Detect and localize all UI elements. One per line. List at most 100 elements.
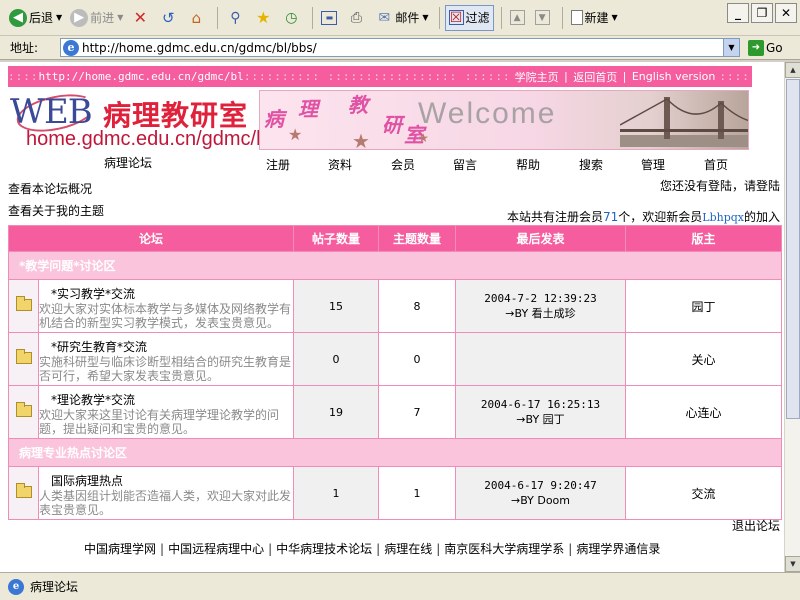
last-post-time[interactable]: 2004-7-2 12:39:23 xyxy=(456,291,625,306)
footer-link[interactable]: 中国远程病理中心 xyxy=(168,542,264,556)
chevron-down-icon[interactable]: ▼ xyxy=(117,13,123,22)
forum-status-cell xyxy=(8,332,39,386)
mail-icon: ✉ xyxy=(378,9,391,26)
last-post-cell: 2004-6-17 16:25:13 →BY 园丁 xyxy=(455,385,626,439)
scroll-down-button[interactable]: ▼ xyxy=(532,5,555,31)
go-button[interactable]: ➜ Go xyxy=(748,39,783,56)
footer-link[interactable]: 中国病理学网 xyxy=(84,542,156,556)
last-post-author[interactable]: →BY 看土成珍 xyxy=(456,306,625,321)
member-stats-suffix: 的加入 xyxy=(743,210,780,224)
search-button[interactable]: ⚲ xyxy=(223,5,249,31)
menu-guestbook[interactable]: 留言 xyxy=(453,156,477,173)
close-icon[interactable]: ✕ xyxy=(775,3,797,23)
forum-name-link[interactable]: *实习教学*交流 xyxy=(39,285,293,302)
menu-admin[interactable]: 管理 xyxy=(641,156,665,173)
nav-link-college[interactable]: 学院主页 xyxy=(515,69,559,85)
moderator-link[interactable]: 园丁 xyxy=(625,279,782,333)
scroll-down-arrow-icon[interactable]: ▼ xyxy=(785,556,800,572)
forum-overview-link[interactable]: 查看本论坛概况 xyxy=(8,180,92,197)
top-nav-bar: :::: http://home.gdmc.edu.cn/gdmc/bl :::… xyxy=(8,66,752,87)
back-arrow-icon: ◀ xyxy=(9,8,27,27)
restore-icon[interactable]: ❐ xyxy=(751,3,773,23)
last-post-time[interactable]: 2004-6-17 16:25:13 xyxy=(456,397,625,412)
menu-profile[interactable]: 资料 xyxy=(328,156,352,173)
fullscreen-button[interactable]: ▬ xyxy=(318,5,342,31)
moderator-link[interactable]: 心连心 xyxy=(625,385,782,439)
category-title[interactable]: 病理专业热点讨论区 xyxy=(8,438,782,467)
forum-title: 病理论坛 xyxy=(104,156,153,170)
toolbar-divider xyxy=(561,6,563,29)
nav-dots: :::::::::: ::::::::::::::::: :::::: xyxy=(243,70,511,83)
menu-register[interactable]: 注册 xyxy=(266,156,290,173)
chevron-down-icon[interactable]: ▼ xyxy=(612,13,618,22)
vertical-scrollbar[interactable]: ▲ ▼ xyxy=(784,62,800,572)
minimize-icon[interactable]: _ xyxy=(727,3,749,23)
star-icon: ★ xyxy=(256,8,271,27)
print-button[interactable]: ⎙ xyxy=(344,5,370,31)
nav-link-english[interactable]: English version xyxy=(632,70,716,83)
scroll-up-button[interactable]: ▲ xyxy=(507,5,530,31)
scrollbar-thumb[interactable] xyxy=(786,79,800,419)
last-post-author[interactable]: →BY Doom xyxy=(456,493,625,508)
footer-divider: | xyxy=(376,542,381,556)
footer-link[interactable]: 南京医科大学病理学系 xyxy=(444,542,564,556)
back-button[interactable]: ◀ 后退 ▼ xyxy=(6,5,65,31)
moderator-link[interactable]: 交流 xyxy=(625,466,782,520)
chevron-down-icon[interactable]: ▼ xyxy=(56,13,62,22)
chevron-down-icon[interactable]: ▼ xyxy=(422,13,428,22)
home-button[interactable]: ⌂ xyxy=(184,5,210,31)
my-topics-link[interactable]: 查看关于我的主题 xyxy=(8,202,104,219)
history-button[interactable]: ◷ xyxy=(279,5,305,31)
forum-name-cell: *研究生教育*交流 实施科研型与临床诊断型相结合的研究生教育是否可行，希望大家发… xyxy=(38,332,294,386)
member-count: 71 xyxy=(602,210,619,224)
moderator-link[interactable]: 关心 xyxy=(625,332,782,386)
forum-description: 欢迎大家来这里讨论有关病理学理论教学的问题，提出疑问和宝贵的意见。 xyxy=(39,408,280,436)
topic-count: 1 xyxy=(378,466,456,520)
toolbar-divider xyxy=(438,6,440,29)
menu-search[interactable]: 搜索 xyxy=(579,156,603,173)
forum-name-cell: *实习教学*交流 欢迎大家对实体标本教学与多媒体及网络教学有机结合的新型实习教学… xyxy=(38,279,294,333)
last-post-author[interactable]: →BY 园丁 xyxy=(456,412,625,427)
nav-link-home[interactable]: 返回首页 xyxy=(573,69,617,85)
favorites-button[interactable]: ★ xyxy=(251,5,277,31)
category-row: *教学问题*讨论区 xyxy=(8,251,782,280)
forum-status-cell xyxy=(8,385,39,439)
stop-button[interactable]: ✕ xyxy=(128,5,154,31)
refresh-button[interactable]: ↺ xyxy=(156,5,182,31)
up-arrow-icon: ▲ xyxy=(509,10,525,25)
new-button[interactable]: 新建 ▼ xyxy=(568,5,621,31)
logout-link[interactable]: 退出论坛 xyxy=(732,517,780,534)
forum-name-link[interactable]: 国际病理热点 xyxy=(39,472,293,489)
footer-link[interactable]: 病理学界通信录 xyxy=(576,542,660,556)
footer-link[interactable]: 中华病理技术论坛 xyxy=(276,542,372,556)
last-post-time[interactable]: 2004-6-17 9:20:47 xyxy=(456,478,625,493)
footer-link[interactable]: 病理在线 xyxy=(384,542,432,556)
site-logo[interactable]: WEB 病理教研室 home.gdmc.edu.cn/gdmc/bl xyxy=(8,88,272,152)
down-arrow-icon: ▼ xyxy=(534,10,550,25)
table-row: 国际病理热点 人类基因组计划能否造福人类，欢迎大家对此发表宝贵意见。 1 1 2… xyxy=(8,466,782,520)
menu-help[interactable]: 帮助 xyxy=(516,156,540,173)
last-post-cell xyxy=(455,332,626,386)
forum-name-link[interactable]: *研究生教育*交流 xyxy=(39,338,293,355)
category-title[interactable]: *教学问题*讨论区 xyxy=(8,251,782,280)
address-input[interactable]: e http://home.gdmc.edu.cn/gdmc/bl/bbs/ ▼ xyxy=(60,38,740,57)
post-count: 15 xyxy=(293,279,379,333)
filter-button[interactable]: ☒ 过滤 xyxy=(444,4,494,31)
header-moderator: 版主 xyxy=(625,225,782,252)
menu-members[interactable]: 会员 xyxy=(391,156,415,173)
scroll-up-arrow-icon[interactable]: ▲ xyxy=(785,62,800,78)
footer-links: 中国病理学网 | 中国远程病理中心 | 中华病理技术论坛 | 病理在线 | 南京医科大学病理学系… xyxy=(84,540,660,557)
folder-icon xyxy=(15,401,32,417)
footer-divider: | xyxy=(160,542,165,556)
last-post-cell: 2004-7-2 12:39:23 →BY 看土成珍 xyxy=(455,279,626,333)
footer-divider: | xyxy=(568,542,573,556)
forum-name-link[interactable]: *理论教学*交流 xyxy=(39,391,293,408)
footer-divider: | xyxy=(268,542,273,556)
menu-home[interactable]: 首页 xyxy=(704,156,728,173)
chevron-down-icon[interactable]: ▼ xyxy=(723,39,739,56)
forward-button[interactable]: ▶ 前进 ▼ xyxy=(67,5,126,31)
address-url[interactable]: http://home.gdmc.edu.cn/gdmc/bl/bbs/ xyxy=(82,41,317,55)
new-member-link[interactable]: Lbhpqx xyxy=(702,211,744,224)
login-status[interactable]: 您还没有登陆，请登陆 xyxy=(660,177,780,194)
mail-button[interactable]: ✉ 邮件 ▼ xyxy=(372,5,431,31)
